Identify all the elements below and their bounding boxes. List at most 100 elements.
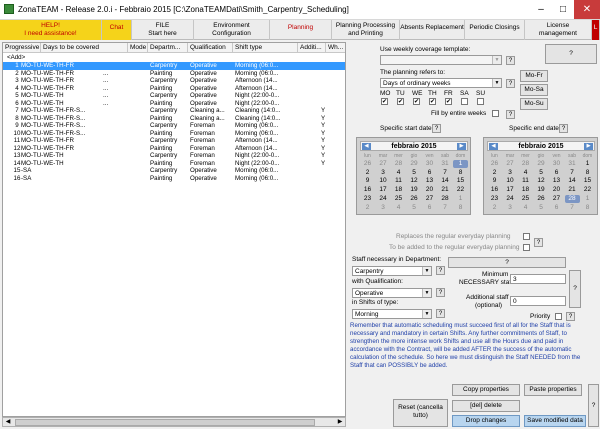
- calendar-day[interactable]: 1: [580, 160, 595, 168]
- calendar-day[interactable]: 5: [534, 169, 549, 177]
- calendar-day[interactable]: 12: [534, 177, 549, 185]
- calendar-day[interactable]: 28: [518, 160, 533, 168]
- calendar-day[interactable]: 31: [565, 160, 580, 168]
- close-button[interactable]: ✕: [574, 0, 600, 19]
- calendar-day[interactable]: 18: [391, 186, 406, 194]
- table-row[interactable]: 8 MO-TU-WE-TH-FR-S... Painting Cleaning a..…: [3, 115, 345, 123]
- table-row[interactable]: 11 MO-TU-WE-TH-FR Carpentry Foreman Afternoo…: [3, 137, 345, 145]
- next-month-icon[interactable]: ▶: [584, 143, 593, 150]
- calendar-day[interactable]: 6: [422, 169, 437, 177]
- calendar-day[interactable]: 6: [549, 169, 564, 177]
- table-row[interactable]: 6 MO-TU-WE-TH... Painting Operative Night (2…: [3, 100, 345, 108]
- col-mode[interactable]: Mode: [128, 43, 148, 53]
- calendar-day[interactable]: 3: [503, 204, 518, 212]
- calendar-day[interactable]: 1: [453, 195, 468, 203]
- add-row[interactable]: <Add>: [7, 54, 25, 62]
- regular-planning-help-button[interactable]: ?: [534, 238, 543, 247]
- calendar-day[interactable]: 24: [376, 195, 391, 203]
- calendar-day[interactable]: 26: [534, 195, 549, 203]
- staff-help-button[interactable]: ?: [448, 257, 566, 268]
- col-qualification[interactable]: Qualification: [188, 43, 233, 53]
- file-button[interactable]: FILE Start here: [132, 20, 194, 40]
- department-help-button[interactable]: ?: [436, 266, 445, 275]
- calendar-day[interactable]: 1: [453, 160, 468, 168]
- add-regular-checkbox[interactable]: [523, 244, 530, 251]
- calendar-day[interactable]: 26: [360, 160, 375, 168]
- table-row[interactable]: 15 -SA Carpentry Operative Morning (06:0...: [3, 167, 345, 175]
- prev-month-icon[interactable]: ◀: [362, 143, 371, 150]
- day-checkbox-we[interactable]: ✔: [413, 98, 420, 105]
- calendar-day[interactable]: 17: [376, 186, 391, 194]
- reset-button[interactable]: Reset (cancella tutto): [393, 399, 448, 427]
- prev-month-icon[interactable]: ◀: [489, 143, 498, 150]
- calendar-day[interactable]: 13: [549, 177, 564, 185]
- calendar-day[interactable]: 12: [407, 177, 422, 185]
- mo-fr-button[interactable]: Mo-Fr: [520, 70, 548, 82]
- calendar-day[interactable]: 19: [407, 186, 422, 194]
- calendar-day[interactable]: 22: [580, 186, 595, 194]
- scroll-thumb[interactable]: [15, 419, 315, 426]
- calendar-day[interactable]: 14: [565, 177, 580, 185]
- table-row[interactable]: 10 MO-TU-WE-TH-FR-S... Painting Foreman Morn…: [3, 130, 345, 138]
- calendar-day[interactable]: 10: [376, 177, 391, 185]
- paste-properties-button[interactable]: Paste properties: [524, 384, 582, 396]
- table-row[interactable]: 16 -SA Painting Operative Morning (06:0...: [3, 175, 345, 183]
- calendar-day[interactable]: 4: [518, 204, 533, 212]
- calendar-day[interactable]: 2: [487, 169, 502, 177]
- weekly-template-select[interactable]: ▼: [380, 55, 502, 65]
- priority-help-button[interactable]: ?: [566, 312, 575, 321]
- calendar-day[interactable]: 24: [503, 195, 518, 203]
- minimize-button[interactable]: –: [530, 0, 552, 19]
- start-date-help-button[interactable]: ?: [432, 124, 441, 133]
- license-management-tab[interactable]: License management: [525, 20, 592, 40]
- additional-staff-input[interactable]: 0: [510, 296, 566, 306]
- calendar-day[interactable]: 19: [534, 186, 549, 194]
- table-row[interactable]: 13 MO-TU-WE-TH Carpentry Foreman Night (22:0…: [3, 152, 345, 160]
- replace-regular-checkbox[interactable]: [523, 233, 530, 240]
- calendar-day[interactable]: 27: [549, 195, 564, 203]
- col-days[interactable]: Days to be covered: [41, 43, 128, 53]
- calendar-day[interactable]: 25: [391, 195, 406, 203]
- col-progressive[interactable]: Progressive: [3, 43, 41, 53]
- save-modified-button[interactable]: Save modified data: [524, 415, 586, 427]
- fill-weeks-help-button[interactable]: ?: [506, 110, 515, 119]
- day-checkbox-th[interactable]: ✔: [429, 98, 436, 105]
- calendar-day[interactable]: 22: [453, 186, 468, 194]
- calendar-day[interactable]: 6: [549, 204, 564, 212]
- horizontal-scrollbar[interactable]: ◀ ▶: [2, 417, 346, 427]
- calendar-day[interactable]: 29: [407, 160, 422, 168]
- calendar-day[interactable]: 28: [438, 195, 453, 203]
- table-row[interactable]: 5 MO-TU-WE-TH... Carpentry Operative Night (…: [3, 92, 345, 100]
- calendar-day[interactable]: 2: [360, 204, 375, 212]
- planning-refers-select[interactable]: Days of ordinary weeks ▼: [380, 78, 502, 88]
- calendar-day[interactable]: 16: [360, 186, 375, 194]
- bottom-help-button[interactable]: ?: [588, 384, 599, 427]
- calendar-day[interactable]: 25: [518, 195, 533, 203]
- calendar-day[interactable]: 11: [391, 177, 406, 185]
- drop-changes-button[interactable]: Drop changes: [452, 415, 520, 427]
- calendar-day[interactable]: 8: [580, 169, 595, 177]
- planning-processing-tab[interactable]: Planning Processing and Printing: [332, 20, 400, 40]
- col-shift-type[interactable]: Shift type: [233, 43, 298, 53]
- calendar-day[interactable]: 15: [453, 177, 468, 185]
- calendar-day[interactable]: 8: [453, 169, 468, 177]
- end-date-calendar[interactable]: ◀ febbraio 2015 ▶ lun mar mer gio ven sab dom 26 2…: [483, 137, 598, 215]
- calendar-day[interactable]: 1: [580, 195, 595, 203]
- day-checkbox-su[interactable]: [477, 98, 484, 105]
- calendar-day[interactable]: 14: [438, 177, 453, 185]
- calendar-day[interactable]: 29: [534, 160, 549, 168]
- table-row[interactable]: 3 MO-TU-WE-TH-FR... Carpentry Operative Afte…: [3, 77, 345, 85]
- delete-button[interactable]: [del] delete: [452, 400, 520, 412]
- calendar-day[interactable]: 31: [438, 160, 453, 168]
- calendar-day[interactable]: 7: [565, 169, 580, 177]
- absents-replacement-tab[interactable]: Absents Replacement: [400, 20, 465, 40]
- planning-refers-help-button[interactable]: ?: [506, 79, 515, 88]
- calendar-day[interactable]: 17: [503, 186, 518, 194]
- mo-sa-button[interactable]: Mo-Sa: [520, 84, 548, 96]
- calendar-day[interactable]: 9: [360, 177, 375, 185]
- weekly-template-help-button[interactable]: ?: [506, 56, 515, 65]
- mo-su-button[interactable]: Mo-Su: [520, 98, 548, 110]
- table-row[interactable]: 2 MO-TU-WE-TH-FR... Painting Operative Morni…: [3, 70, 345, 78]
- day-checkbox-tu[interactable]: ✔: [397, 98, 404, 105]
- environment-config-button[interactable]: Environment Configuration: [194, 20, 270, 40]
